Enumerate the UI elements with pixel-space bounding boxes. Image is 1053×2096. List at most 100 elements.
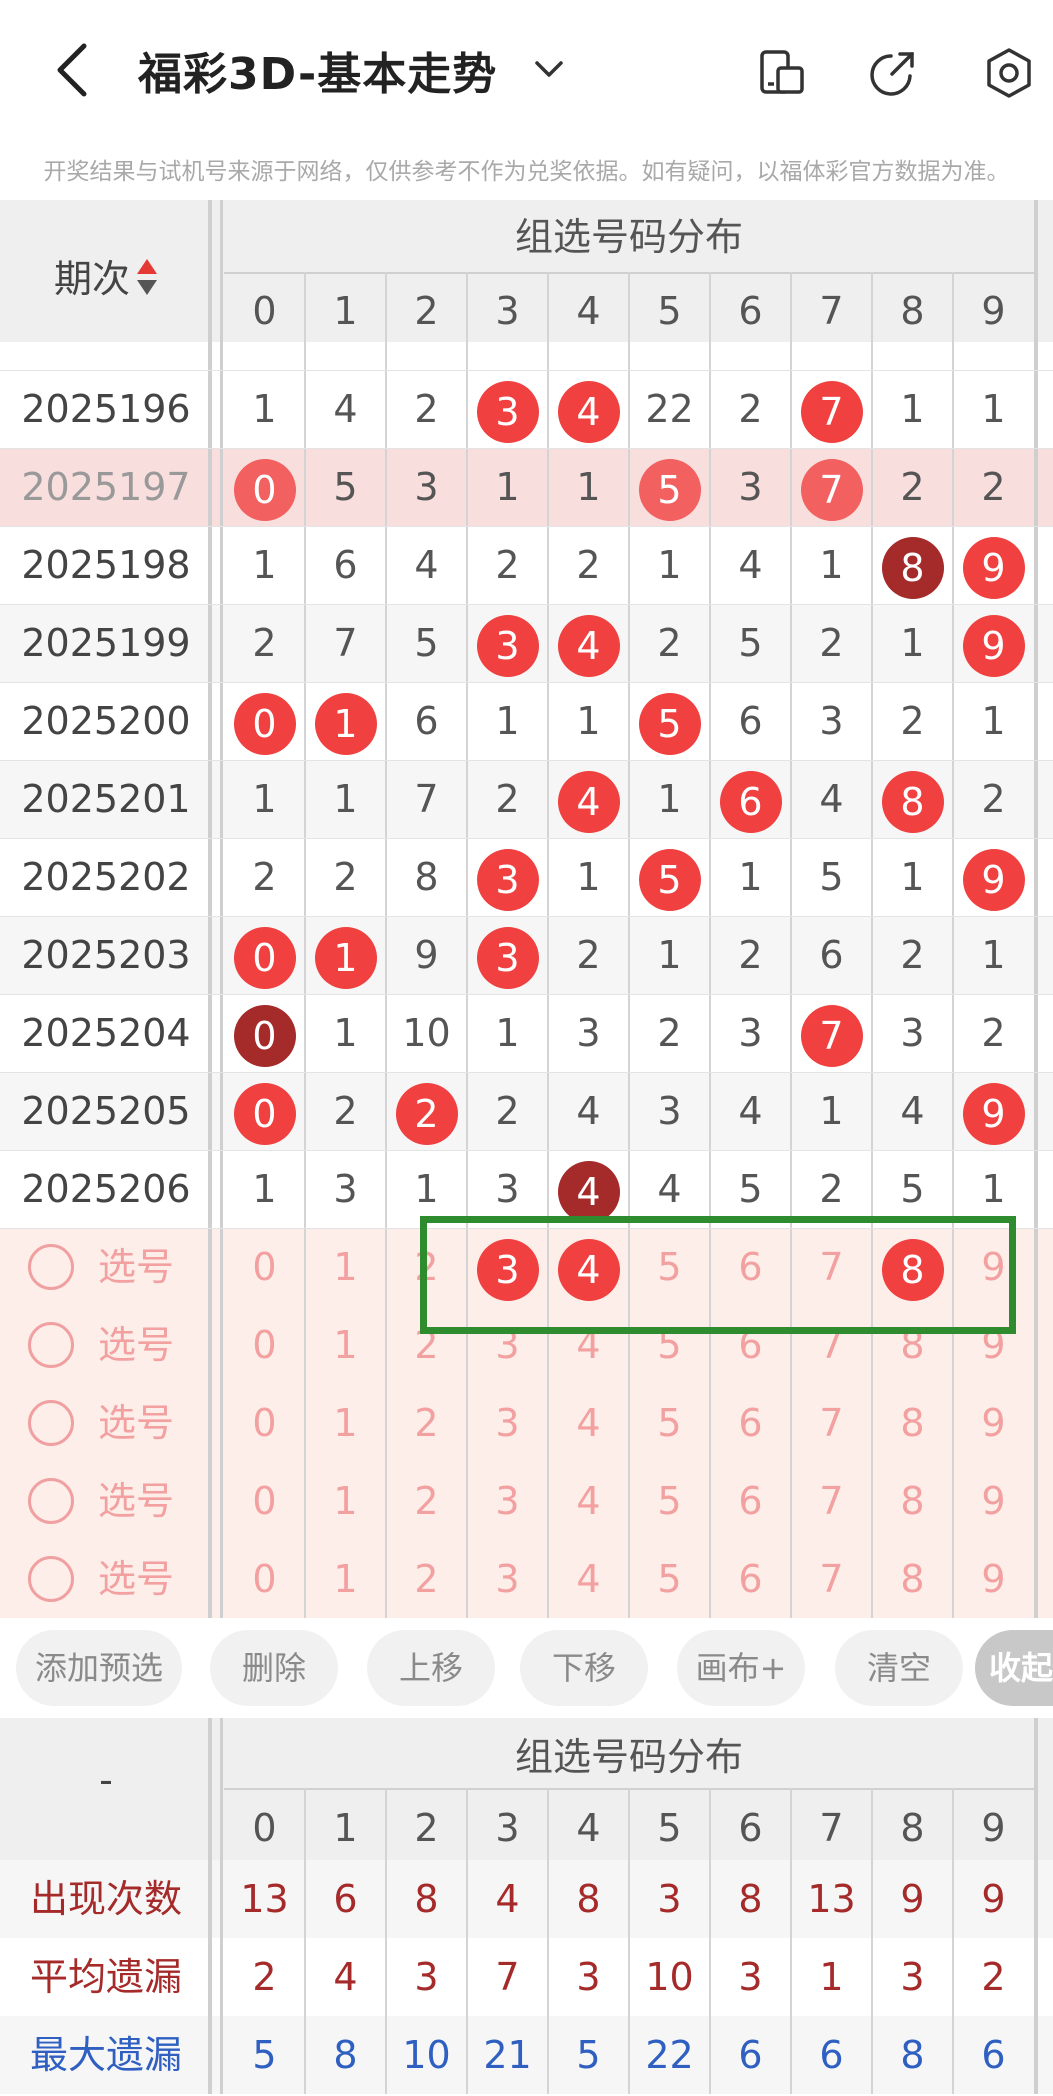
selectable-digit[interactable]: 2 (386, 1384, 467, 1462)
select-radio[interactable] (28, 1244, 74, 1290)
selectable-digit[interactable]: 3 (467, 1540, 548, 1618)
selectable-digit[interactable]: 3 (467, 1384, 548, 1462)
digit-column-header: 2 (414, 1806, 439, 1850)
digit-cell: 7 (791, 370, 872, 448)
period-cell: 2025199 (21, 621, 191, 665)
omission-value: 4 (738, 543, 763, 587)
selectable-digit[interactable]: 5 (629, 1462, 710, 1540)
selectable-digit[interactable]: 5 (629, 1540, 710, 1618)
omission-value: 1 (900, 621, 925, 665)
select-number-label[interactable]: 选号 (98, 1228, 174, 1306)
stats-table: - 组选号码分布 0 1 2 3 4 5 6 7 8 9 出现次数 13 6 8 4 8 3 8 13 9 9 平均遗漏 2 4 3… (0, 1718, 1053, 2096)
sort-icon[interactable] (136, 257, 158, 306)
select-number-label[interactable]: 选号 (98, 1540, 174, 1618)
selectable-digit[interactable]: 6 (710, 1540, 791, 1618)
selectable-digit[interactable]: 6 (710, 1462, 791, 1540)
digit-option: 1 (333, 1479, 358, 1523)
omission-value: 2 (900, 465, 925, 509)
selectable-digit[interactable]: 0 (224, 1462, 305, 1540)
selectable-digit[interactable]: 5 (629, 1384, 710, 1462)
select-number-label[interactable]: 选号 (98, 1462, 174, 1540)
selectable-digit[interactable]: 9 (953, 1540, 1034, 1618)
action-button[interactable]: 清空 (835, 1630, 963, 1706)
select-number-label[interactable]: 选号 (98, 1384, 174, 1462)
omission-value: 4 (657, 1167, 682, 1211)
selectable-digit[interactable]: 7 (791, 1384, 872, 1462)
selectable-digit[interactable]: 0 (224, 1228, 305, 1306)
column-divider (304, 1788, 306, 2094)
selectable-digit[interactable]: 8 (872, 1462, 953, 1540)
selectable-digit[interactable]: 2 (386, 1462, 467, 1540)
selectable-digit[interactable]: 7 (791, 1462, 872, 1540)
select-radio[interactable] (28, 1400, 74, 1446)
digit-cell: 1 (953, 916, 1034, 994)
select-radio[interactable] (28, 1322, 74, 1368)
stats-value: 10 (402, 2033, 451, 2077)
selectable-digit[interactable]: 9 (953, 1462, 1034, 1540)
digit-cell: 2 (791, 604, 872, 682)
stats-value: 8 (900, 2033, 925, 2077)
drawn-number-ball: 7 (800, 1004, 863, 1067)
stats-value: 1 (819, 1955, 844, 1999)
omission-value: 1 (495, 465, 520, 509)
settings-gear-icon[interactable] (982, 46, 1036, 100)
selectable-digit[interactable]: 4 (548, 1540, 629, 1618)
action-button[interactable]: 上移 (367, 1630, 495, 1706)
device-icon[interactable] (756, 46, 810, 100)
action-button[interactable]: 添加预选 (16, 1630, 182, 1706)
selectable-digit[interactable]: 1 (305, 1462, 386, 1540)
digit-cell: 1 (953, 370, 1034, 448)
selectable-digit[interactable]: 0 (224, 1384, 305, 1462)
omission-value: 2 (981, 465, 1006, 509)
period-cell: 2025202 (21, 855, 191, 899)
row-divider (0, 760, 1053, 761)
digit-option: 6 (738, 1479, 763, 1523)
selectable-digit[interactable]: 1 (305, 1384, 386, 1462)
selectable-digit[interactable]: 7 (791, 1540, 872, 1618)
selectable-digit[interactable]: 4 (548, 1462, 629, 1540)
digit-column-header: 7 (819, 289, 844, 333)
select-radio[interactable] (28, 1556, 74, 1602)
action-button[interactable]: 画布+ (677, 1630, 805, 1706)
selectable-digit[interactable]: 8 (872, 1384, 953, 1462)
digit-column-header: 1 (333, 289, 358, 333)
back-arrow-icon[interactable] (48, 40, 98, 100)
selectable-digit[interactable]: 1 (305, 1228, 386, 1306)
digit-option: 0 (252, 1401, 277, 1445)
share-icon[interactable] (866, 46, 920, 100)
digit-cell: 5 (386, 604, 467, 682)
omission-value: 2 (657, 621, 682, 665)
selectable-digit[interactable]: 0 (224, 1306, 305, 1384)
selectable-digit[interactable]: 9 (953, 1384, 1034, 1462)
chevron-down-icon[interactable] (532, 52, 566, 86)
digit-cell: 4 (710, 1072, 791, 1150)
digit-column-header: 5 (657, 1806, 682, 1850)
column-divider (547, 1788, 549, 2094)
stats-value: 5 (252, 2033, 277, 2077)
action-button[interactable]: 收起 (975, 1630, 1053, 1706)
action-button[interactable]: 下移 (520, 1630, 648, 1706)
selectable-digit[interactable]: 1 (305, 1540, 386, 1618)
selectable-digit[interactable]: 4 (548, 1384, 629, 1462)
disclaimer-notice: 开奖结果与试机号来源于网络，仅供参考不作为兑奖依据。如有疑问，以福体彩官方数据为… (43, 159, 1010, 185)
selectable-digit[interactable]: 6 (710, 1384, 791, 1462)
omission-value: 4 (738, 1089, 763, 1133)
selectable-digit[interactable]: 8 (872, 1540, 953, 1618)
selectable-digit[interactable]: 2 (386, 1540, 467, 1618)
select-number-label[interactable]: 选号 (98, 1306, 174, 1384)
selectable-digit[interactable]: 1 (305, 1306, 386, 1384)
action-button[interactable]: 删除 (210, 1630, 338, 1706)
omission-value: 1 (981, 699, 1006, 743)
digit-cell: 7 (791, 994, 872, 1072)
digit-column-header: 1 (333, 1806, 358, 1850)
period-header[interactable]: 期次 (0, 248, 212, 306)
page-title[interactable]: 福彩3D-基本走势 (138, 38, 497, 102)
stats-value: 3 (738, 1955, 763, 1999)
drawn-number-ball: 0 (233, 926, 296, 989)
digit-cell: 1 (305, 916, 386, 994)
omission-value: 2 (252, 855, 277, 899)
selectable-digit[interactable]: 3 (467, 1462, 548, 1540)
select-radio[interactable] (28, 1478, 74, 1524)
digit-cell: 3 (386, 448, 467, 526)
selectable-digit[interactable]: 0 (224, 1540, 305, 1618)
